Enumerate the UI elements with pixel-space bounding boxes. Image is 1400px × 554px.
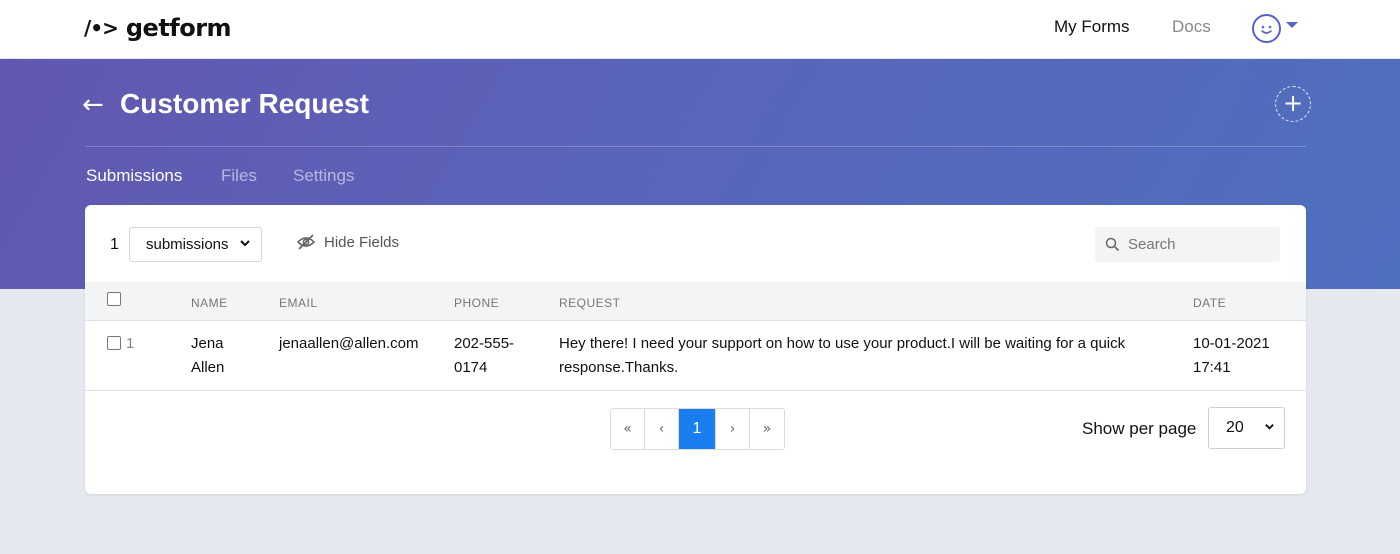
cell-email[interactable]: jenaallen@allen.com <box>279 332 418 356</box>
nav-docs[interactable]: Docs <box>1172 17 1211 37</box>
pagination: « ‹ 1 › » <box>610 408 785 450</box>
search-icon <box>1105 237 1120 252</box>
column-header-email: EMAIL <box>279 296 318 310</box>
cell-name-first: Jena <box>191 335 224 352</box>
smiley-face-icon <box>1261 25 1272 34</box>
cell-date-line1: 10-01-2021 <box>1193 335 1270 352</box>
cell-name[interactable]: Jena Allen <box>191 332 224 380</box>
current-page-button[interactable]: 1 <box>679 409 716 449</box>
prev-page-button[interactable]: ‹ <box>645 409 679 449</box>
submission-count: 1 <box>110 236 119 253</box>
tab-submissions[interactable]: Submissions <box>86 166 182 186</box>
column-header-date: DATE <box>1193 296 1227 310</box>
nav-my-forms[interactable]: My Forms <box>1054 17 1130 37</box>
back-arrow-icon[interactable]: ← <box>82 92 104 118</box>
search-input[interactable] <box>1128 236 1268 253</box>
first-page-button[interactable]: « <box>611 409 645 449</box>
top-navbar: /•> getform My Forms Docs <box>0 0 1400 59</box>
logo[interactable]: /•> getform <box>84 14 232 42</box>
cell-phone-line1: 202-555- <box>454 335 515 352</box>
per-page-select[interactable]: 20 <box>1208 407 1285 449</box>
column-header-request: REQUEST <box>559 296 621 310</box>
cell-request-line2: response.Thanks. <box>559 359 679 376</box>
column-header-phone: PHONE <box>454 296 500 310</box>
hide-fields-label: Hide Fields <box>324 233 400 251</box>
row-index: 1 <box>126 335 135 352</box>
tab-files[interactable]: Files <box>221 166 257 186</box>
add-button[interactable]: + <box>1275 86 1311 122</box>
page-title: Customer Request <box>120 88 369 119</box>
header-divider <box>85 146 1306 147</box>
cell-phone-line2: 0174 <box>454 359 488 376</box>
cell-date-line2: 17:41 <box>1193 359 1231 376</box>
user-avatar-icon[interactable] <box>1252 14 1281 43</box>
logo-mark: /•> <box>84 16 119 40</box>
eye-off-icon <box>296 234 316 250</box>
plus-icon: + <box>1282 89 1304 117</box>
logo-text: getform <box>125 14 232 42</box>
cell-date[interactable]: 10-01-2021 17:41 <box>1193 332 1270 380</box>
search-box[interactable] <box>1095 227 1280 262</box>
per-page-label: Show per page <box>1082 419 1197 438</box>
per-page-value: 20 <box>1226 419 1244 436</box>
tab-settings[interactable]: Settings <box>293 166 354 186</box>
row-checkbox[interactable] <box>107 336 121 350</box>
hide-fields-button[interactable]: Hide Fields <box>296 233 399 251</box>
cell-request[interactable]: Hey there! I need your support on how to… <box>559 332 1125 380</box>
select-all-checkbox[interactable] <box>107 292 121 306</box>
last-page-button[interactable]: » <box>750 409 784 449</box>
cell-request-line1: Hey there! I need your support on how to… <box>559 335 1126 352</box>
table-header <box>85 282 1306 321</box>
column-header-name: NAME <box>191 296 228 310</box>
chevron-down-icon <box>1264 408 1275 448</box>
cell-phone[interactable]: 202-555- 0174 <box>454 332 514 380</box>
caret-down-icon[interactable] <box>1286 22 1298 28</box>
submissions-filter-select[interactable]: submissions <box>129 227 262 262</box>
filter-select-value: submissions <box>146 236 229 253</box>
next-page-button[interactable]: › <box>716 409 750 449</box>
chevron-down-icon <box>239 228 251 261</box>
row-divider <box>85 390 1306 391</box>
cell-name-last: Allen <box>191 359 225 376</box>
